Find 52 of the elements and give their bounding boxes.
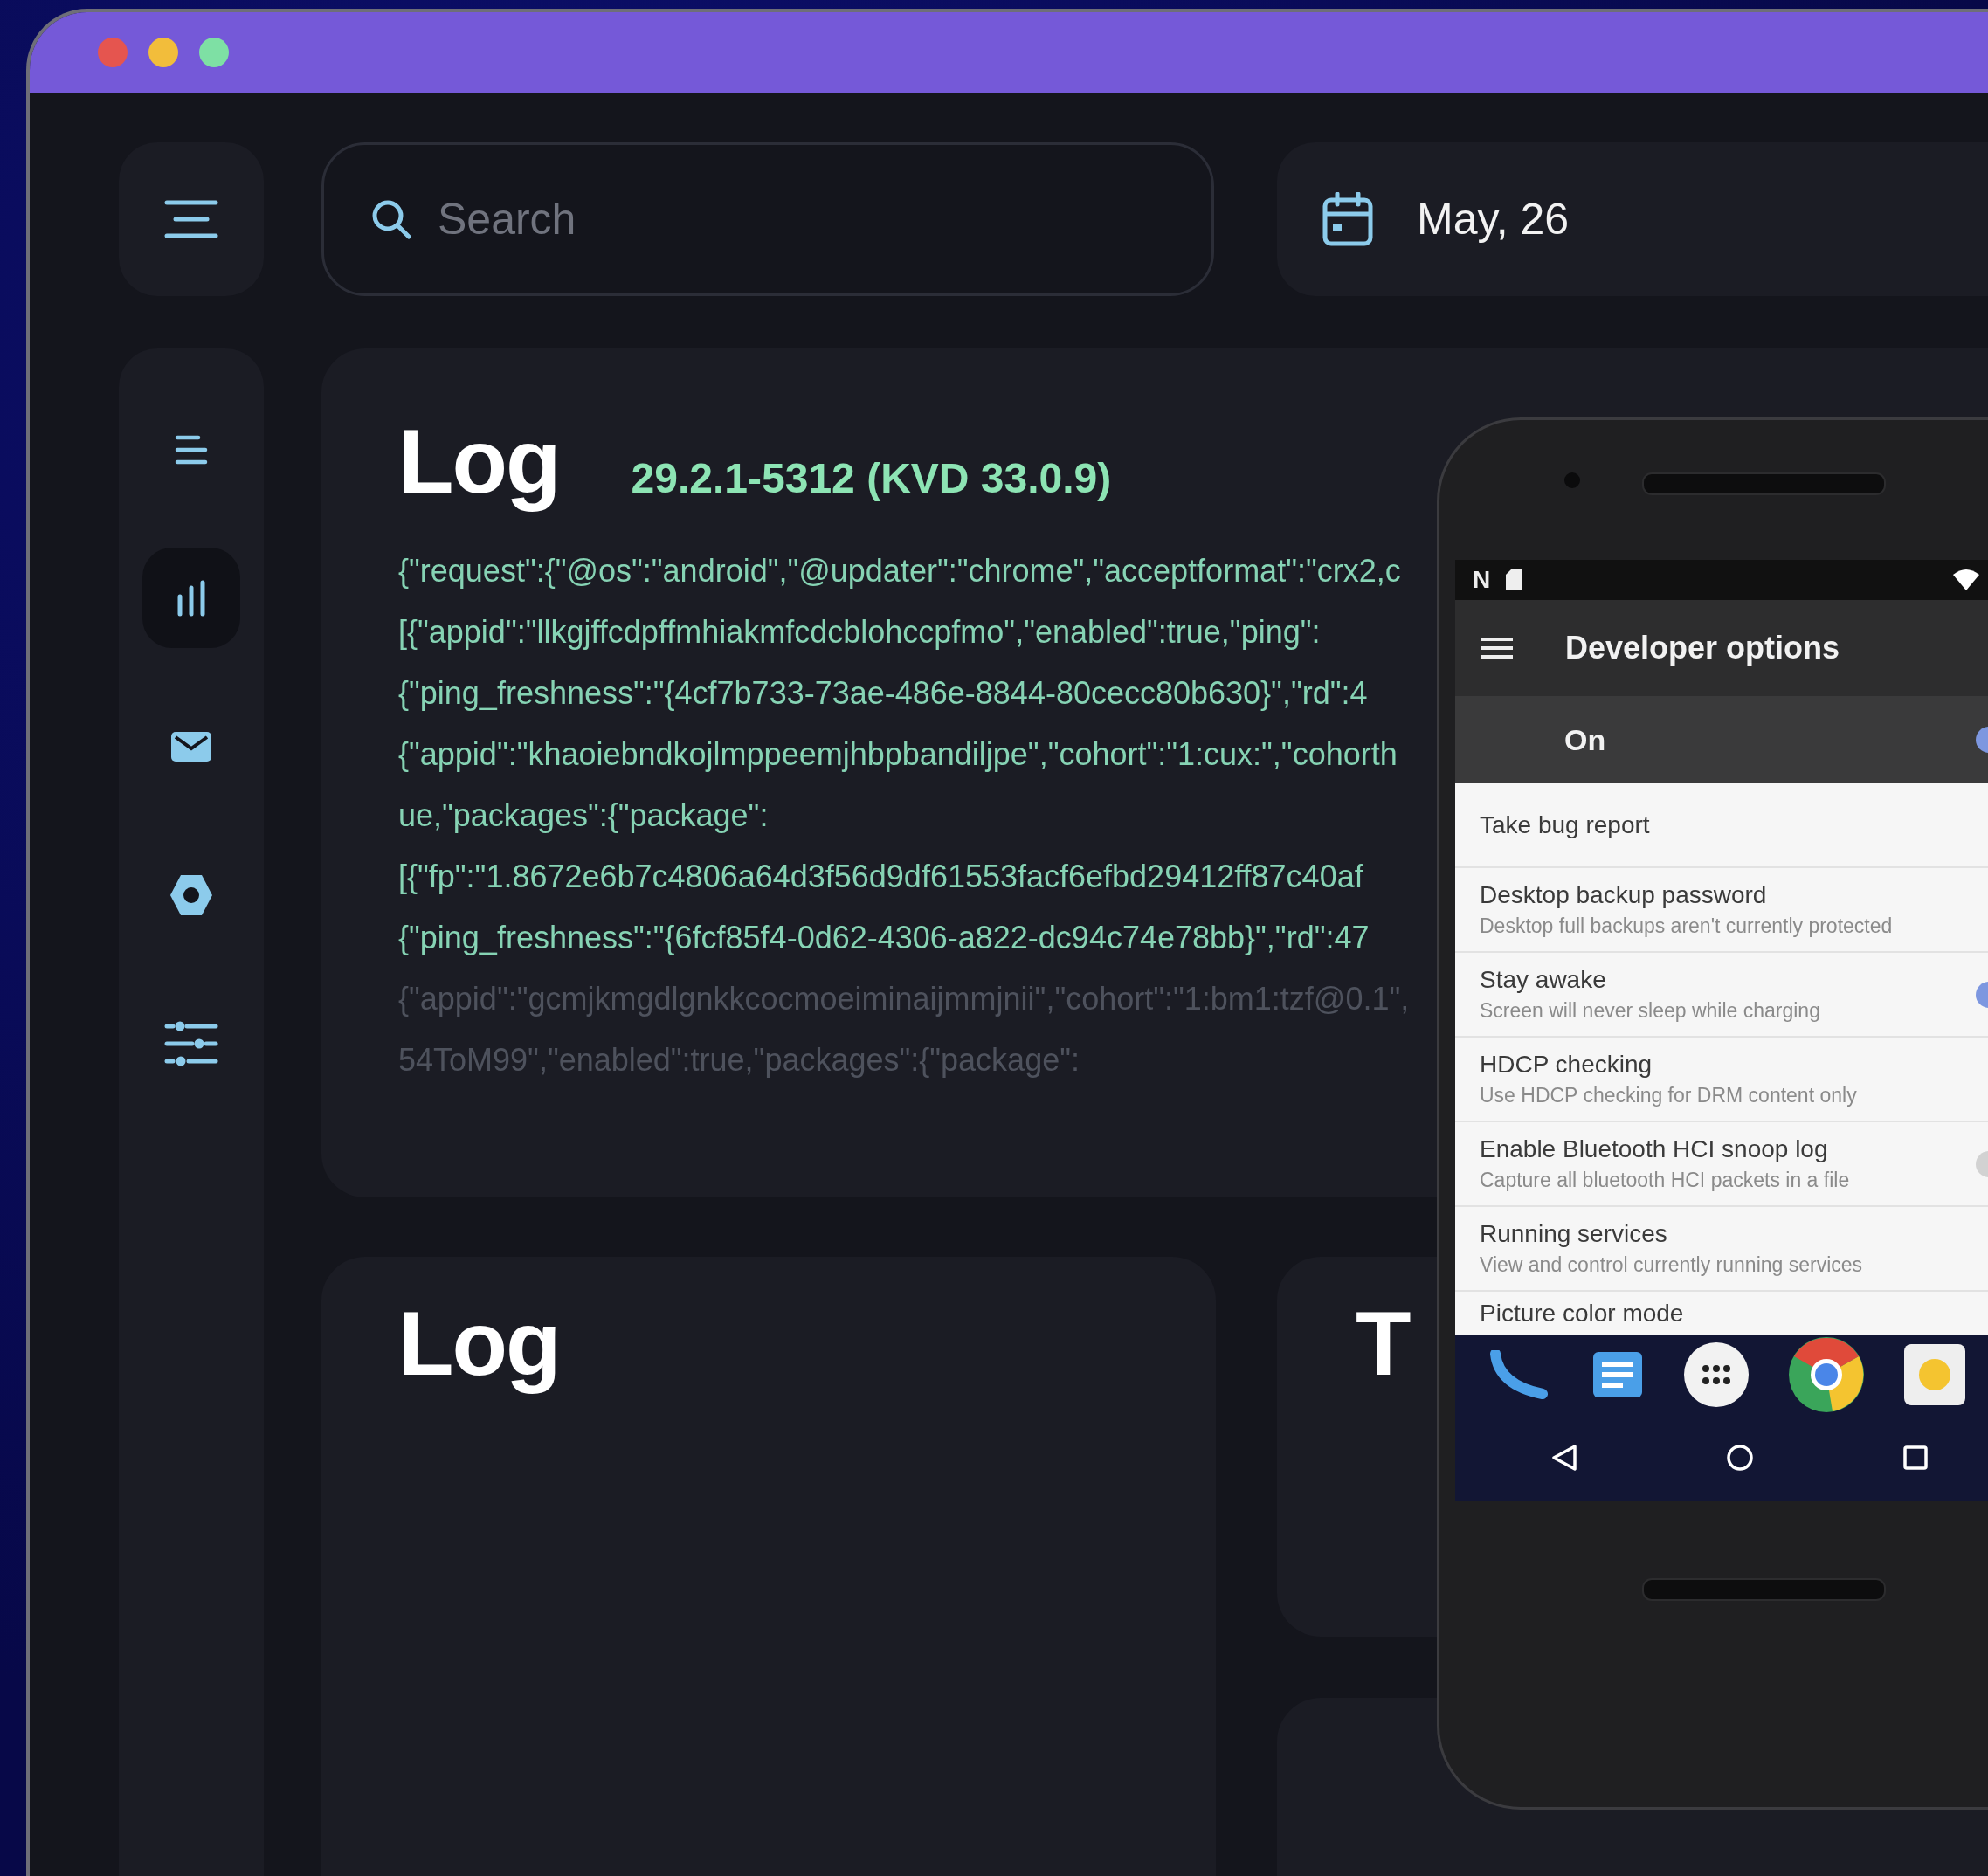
log-line: {"request":{"@os":"android","@updater":"chrome","acceptformat":"crx2,c [398,552,1401,590]
log-line: ue,"packages":{"package": [398,797,769,835]
sd-card-icon [1506,569,1522,590]
window-control[interactable] [148,38,178,67]
date-label: May, 26 [1417,194,1570,245]
version-label: 29.2.1-5312 (KVD 33.0.9) [631,454,1112,502]
log-line: {"appid":"gcmjkmgdlgnkkcocmoeiminaijmmjnii","cohort":"1:bm1:tzf@0.1", [398,980,1410,1018]
message-icon[interactable] [1591,1350,1644,1399]
log-line: 54ToM99","enabled":true,"packages":{"package": [398,1041,1080,1079]
switch-label: On [1564,722,1606,757]
setting-description: Desktop full backups aren't currently protected [1480,914,1893,938]
bar-chart-icon[interactable] [142,548,240,648]
settings-row[interactable]: Take bug report [1455,783,1988,868]
wifi-icon [1953,569,1979,590]
browser-icon[interactable] [1789,1337,1864,1412]
setting-title: Stay awake [1480,966,1607,994]
setting-title: Running services [1480,1220,1668,1248]
setting-title: Picture color mode [1480,1300,1684,1328]
settings-row[interactable]: Picture color mode [1455,1292,1988,1335]
card-title: T [1356,1293,1410,1394]
settings-row[interactable]: Desktop backup password Desktop full backups aren't currently protected [1455,868,1988,953]
home-icon[interactable] [1726,1444,1754,1472]
card-title: Log [398,1293,560,1394]
status-letter: N [1473,566,1491,594]
menu-button[interactable] [119,142,264,296]
screen-title: Developer options [1565,630,1840,666]
settings-row[interactable]: Stay awake Screen will never sleep while charging [1455,953,1988,1038]
card-title: Log [398,410,560,514]
setting-title: Desktop backup password [1480,881,1768,909]
setting-title: Enable Bluetooth HCI snoop log [1480,1135,1829,1163]
log-line: {"appid":"khaoiebndkojlmppeemjhbpbandiljpe","cohort":"1:cux:","cohorth [398,735,1398,774]
menu-icon[interactable] [1481,637,1513,659]
calendar-icon [1322,192,1373,246]
log-line: {"ping_freshness":"{6fcf85f4-0d62-4306-a822-dc94c74e78bb}","rd":47 [398,919,1370,957]
log-line: [{"appid":"llkgjffcdpffmhiakmfcdcblohccpfmo","enabled":true,"ping": [398,613,1321,652]
apps-grid-icon[interactable] [1684,1342,1749,1407]
setting-description: View and control currently running services [1480,1253,1863,1277]
setting-title: HDCP checking [1480,1051,1653,1079]
settings-row[interactable]: HDCP checking Use HDCP checking for DRM content only [1455,1038,1988,1122]
setting-description: Screen will never sleep while charging [1480,999,1820,1023]
menu-icon [163,198,219,240]
setting-description: Capture all bluetooth HCI packets in a file [1480,1169,1850,1192]
window-control[interactable] [199,38,229,67]
settings-row[interactable]: Running services View and control currently running services [1455,1207,1988,1292]
recents-icon[interactable] [1902,1445,1929,1471]
setting-description: Use HDCP checking for DRM content only [1480,1084,1857,1107]
log-line: [{"fp":"1.8672e6b7c4806a64d3f56d9df61553facf6efbd29412ff87c40af [398,858,1363,896]
setting-title: Take bug report [1480,810,1650,839]
settings-row[interactable]: Enable Bluetooth HCI snoop log Capture all bluetooth HCI packets in a file [1455,1122,1988,1207]
back-icon[interactable] [1551,1444,1577,1472]
search-field[interactable]: Search [321,142,1214,296]
log-line: {"ping_freshness":"{4cf7b733-73ae-486e-8844-80cecc80b630}","rd":4 [398,674,1368,713]
